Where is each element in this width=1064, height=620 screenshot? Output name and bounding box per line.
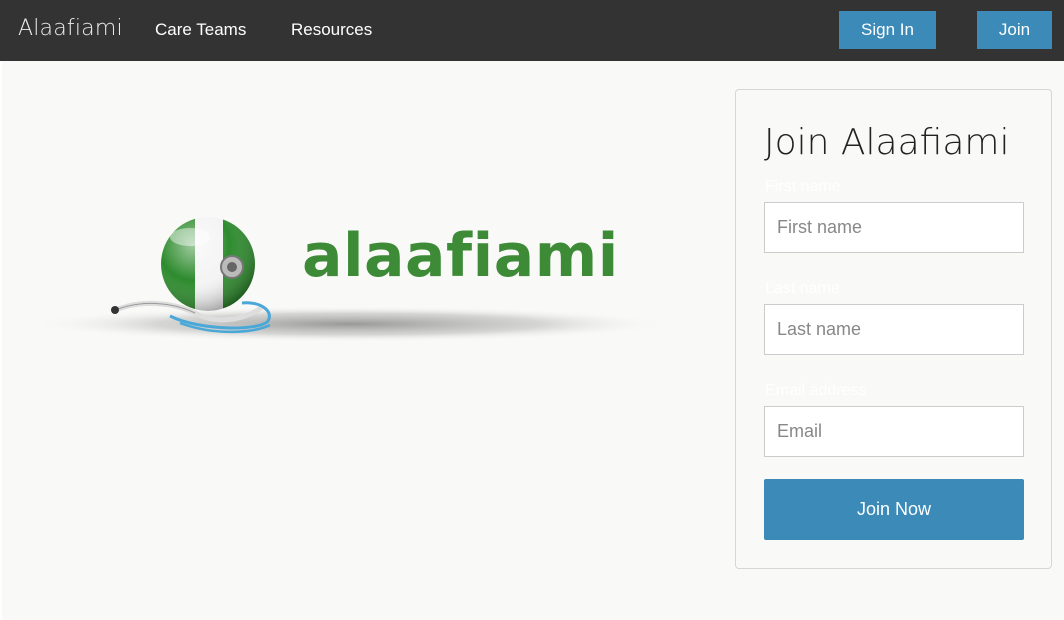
last-name-label: Last name <box>765 280 840 297</box>
navbar: Alaafiami Care Teams Resources Sign In J… <box>0 0 1064 61</box>
email-field[interactable] <box>764 406 1024 457</box>
nav-link-care-teams[interactable]: Care Teams <box>155 20 246 40</box>
last-name-field[interactable] <box>764 304 1024 355</box>
join-now-button[interactable]: Join Now <box>764 479 1024 540</box>
hero-logo-wordmark: alaafiami <box>302 221 619 291</box>
first-name-field[interactable] <box>764 202 1024 253</box>
signup-panel: Join Alaafiami First name Last name Emai… <box>735 89 1052 569</box>
hero-section: alaafiami <box>0 61 730 620</box>
sign-in-button[interactable]: Sign In <box>839 11 936 49</box>
nav-link-resources[interactable]: Resources <box>291 20 372 40</box>
signup-title: Join Alaafiami <box>764 122 1010 163</box>
brand-logo-text[interactable]: Alaafiami <box>18 16 123 41</box>
first-name-label: First name <box>765 178 841 195</box>
join-button[interactable]: Join <box>977 11 1052 49</box>
email-label: Email address <box>765 382 867 399</box>
